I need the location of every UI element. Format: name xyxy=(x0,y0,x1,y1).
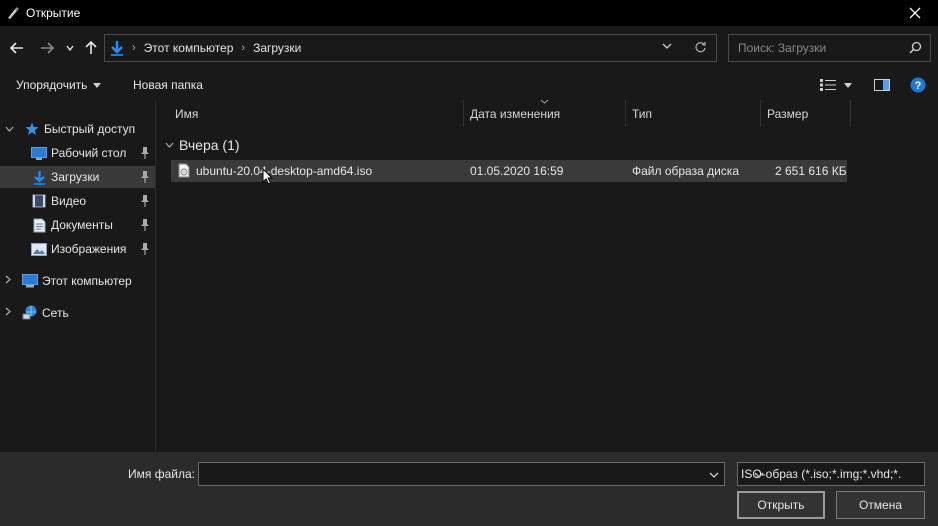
pin-icon[interactable] xyxy=(140,219,150,234)
file-name: ubuntu-20.04-desktop-amd64.iso xyxy=(196,164,373,178)
filename-label: Имя файла: xyxy=(128,467,195,481)
open-button[interactable]: Открыть xyxy=(737,491,825,519)
breadcrumb-this-pc[interactable]: Этот компьютер xyxy=(144,41,234,55)
search-placeholder: Поиск: Загрузки xyxy=(738,41,827,55)
sidebar-item-label: Рабочий стол xyxy=(51,146,127,160)
breadcrumb-downloads[interactable]: Загрузки xyxy=(253,41,301,55)
pin-icon[interactable] xyxy=(140,243,150,258)
sidebar-item-label: Документы xyxy=(51,218,113,232)
column-header-size[interactable]: Размер xyxy=(761,100,851,127)
sort-indicator-icon xyxy=(540,99,549,104)
view-list-icon xyxy=(820,79,836,91)
address-dropdown-icon[interactable] xyxy=(662,43,672,50)
search-input[interactable]: Поиск: Загрузки xyxy=(728,34,931,62)
refresh-icon[interactable] xyxy=(694,41,707,54)
close-icon[interactable] xyxy=(892,0,938,26)
table-row[interactable]: ubuntu-20.04-desktop-amd64.iso 01.05.202… xyxy=(171,160,847,185)
documents-icon xyxy=(31,217,47,233)
back-arrow-icon[interactable] xyxy=(8,38,26,58)
sidebar-item-quick-access[interactable]: Быстрый доступ xyxy=(0,118,155,140)
breadcrumb-separator-icon: › xyxy=(241,42,246,54)
svg-text:?: ? xyxy=(915,80,922,92)
organize-button[interactable]: Упорядочить xyxy=(16,78,102,92)
column-header-date[interactable]: Дата изменения xyxy=(464,99,626,127)
iso-file-icon xyxy=(178,163,190,181)
search-icon[interactable] xyxy=(909,41,922,57)
sidebar-item-network[interactable]: Сеть xyxy=(0,302,155,324)
downloads-icon xyxy=(31,169,47,185)
mouse-cursor-icon xyxy=(262,167,274,188)
video-icon xyxy=(31,193,47,209)
help-icon[interactable]: ? xyxy=(910,77,926,93)
group-label: Вчера (1) xyxy=(179,137,240,153)
downloads-icon xyxy=(110,40,124,56)
dialog-footer: Имя файла: ISO-образ (*.iso;*.img;*.vhd;… xyxy=(0,452,938,526)
group-header-yesterday[interactable]: Вчера (1) xyxy=(165,137,240,153)
recent-locations-chevron-icon[interactable] xyxy=(64,38,76,58)
sidebar-item-this-pc[interactable]: Этот компьютер xyxy=(0,270,155,292)
chevron-down-icon[interactable] xyxy=(754,468,919,482)
sidebar-item-label: Видео xyxy=(51,194,87,208)
sidebar-item-desktop[interactable]: Рабочий стол xyxy=(0,142,155,164)
new-folder-button[interactable]: Новая папка xyxy=(133,78,203,92)
file-type: Файл образа диска xyxy=(632,164,739,178)
organize-label: Упорядочить xyxy=(16,78,88,92)
column-header-type[interactable]: Тип xyxy=(626,100,761,127)
sidebar-item-documents[interactable]: Документы xyxy=(0,214,155,236)
app-icon xyxy=(6,6,20,20)
file-date: 01.05.2020 16:59 xyxy=(470,164,564,178)
chevron-right-icon[interactable] xyxy=(5,275,11,287)
sidebar-item-label: Сеть xyxy=(42,306,69,320)
desktop-icon xyxy=(31,145,47,161)
pin-icon[interactable] xyxy=(140,147,150,162)
sidebar-item-label: Изображения xyxy=(51,242,127,256)
filename-input[interactable] xyxy=(198,462,725,486)
file-type-filter-select[interactable]: ISO-образ (*.iso;*.img;*.vhd;*. xyxy=(737,462,925,486)
up-arrow-icon[interactable] xyxy=(82,38,100,58)
column-label: Дата изменения xyxy=(470,106,561,121)
column-header-name[interactable]: Имя xyxy=(169,100,464,127)
computer-icon xyxy=(22,273,38,289)
column-label: Размер xyxy=(767,106,809,121)
file-list: Имя Дата изменения Тип Размер Вчера (1) … xyxy=(157,99,938,452)
chevron-down-icon xyxy=(844,82,852,88)
pin-icon[interactable] xyxy=(140,195,150,210)
network-icon xyxy=(22,305,38,321)
column-label: Имя xyxy=(175,106,199,121)
sidebar-item-downloads[interactable]: Загрузки xyxy=(0,166,155,188)
pictures-icon xyxy=(31,241,47,257)
sidebar-item-pictures[interactable]: Изображения xyxy=(0,238,155,260)
address-bar[interactable]: › Этот компьютер › Загрузки xyxy=(104,34,717,62)
chevron-right-icon[interactable] xyxy=(5,307,11,319)
chevron-down-icon xyxy=(93,82,102,88)
file-size: 2 651 616 КБ xyxy=(775,164,847,178)
title-bar: Открытие xyxy=(0,0,938,26)
navigation-pane: Быстрый доступ Рабочий стол Загрузки Вид… xyxy=(0,100,156,452)
view-options-button[interactable] xyxy=(820,79,852,91)
window-title: Открытие xyxy=(26,6,81,20)
pin-icon[interactable] xyxy=(140,171,150,186)
breadcrumb-separator-icon: › xyxy=(132,42,136,54)
chevron-down-icon[interactable] xyxy=(709,468,719,482)
sidebar-item-label: Загрузки xyxy=(51,170,100,184)
star-icon xyxy=(24,121,40,137)
chevron-down-icon[interactable] xyxy=(5,124,14,135)
sidebar-item-video[interactable]: Видео xyxy=(0,190,155,212)
cancel-button[interactable]: Отмена xyxy=(836,491,925,519)
sidebar-item-label: Этот компьютер xyxy=(42,274,132,288)
chevron-down-icon xyxy=(165,142,174,148)
sidebar-item-label: Быстрый доступ xyxy=(44,122,136,136)
column-label: Тип xyxy=(632,106,653,121)
command-toolbar: Упорядочить Новая папка ? xyxy=(0,70,938,100)
forward-arrow-icon[interactable] xyxy=(38,38,56,58)
preview-pane-icon[interactable] xyxy=(874,79,890,91)
